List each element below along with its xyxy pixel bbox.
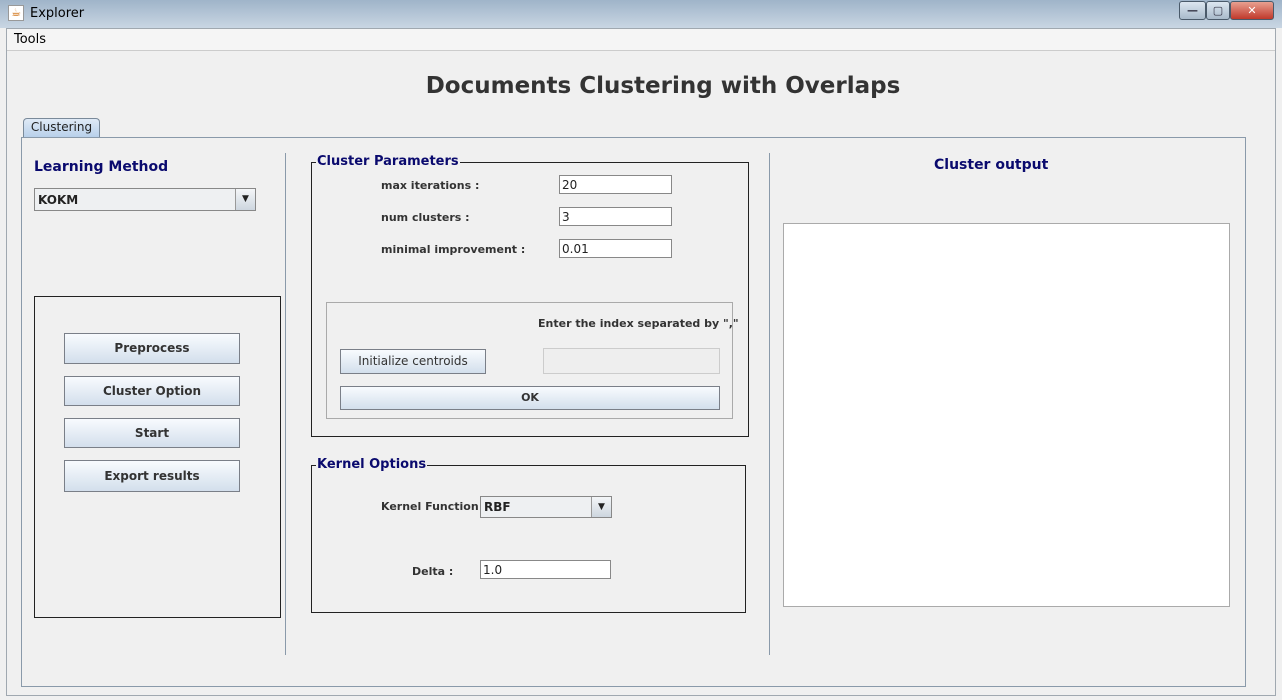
menu-bar [7,29,1275,51]
maximize-button[interactable]: ▢ [1206,1,1230,20]
learning-method-value: KOKM [38,193,79,207]
kernel-function-select[interactable]: RBF ▼ [480,496,612,518]
min-improvement-input[interactable]: 0.01 [559,239,672,258]
delta-label: Delta : [412,565,454,578]
kernel-options-group [311,465,746,613]
export-results-button[interactable]: Export results [64,460,240,492]
num-clusters-label: num clusters : [381,211,470,224]
centroid-index-input[interactable] [543,348,720,374]
minimize-button[interactable]: — [1179,1,1206,20]
delta-input[interactable]: 1.0 [480,560,611,579]
initialize-centroids-button[interactable]: Initialize centroids [340,349,486,374]
min-improvement-label: minimal improvement : [381,243,526,256]
chevron-down-icon[interactable]: ▼ [591,497,611,517]
kernel-options-title: Kernel Options [316,457,428,472]
java-app-icon: ☕ [8,5,24,21]
max-iterations-input[interactable]: 20 [559,175,672,194]
page-title: Documents Clustering with Overlaps [425,73,901,99]
menu-tools[interactable]: Tools [14,32,46,47]
preprocess-button[interactable]: Preprocess [64,333,240,364]
max-iterations-label: max iterations : [381,179,480,192]
learning-method-title: Learning Method [34,159,169,175]
tab-clustering[interactable]: Clustering [23,118,100,137]
kernel-function-label: Kernel Function [381,500,479,513]
learning-method-select[interactable]: KOKM ▼ [34,188,256,211]
divider [769,153,770,655]
close-button[interactable]: ✕ [1230,1,1274,20]
title-bar [0,0,1282,28]
cluster-option-button[interactable]: Cluster Option [64,376,240,406]
window-title: Explorer [30,6,85,21]
index-hint: Enter the index separated by "," [538,317,739,330]
cluster-output-title: Cluster output [934,157,1049,173]
chevron-down-icon[interactable]: ▼ [235,189,255,210]
cluster-output-area[interactable] [783,223,1230,607]
ok-button[interactable]: OK [340,386,720,410]
num-clusters-input[interactable]: 3 [559,207,672,226]
cluster-parameters-title: Cluster Parameters [316,154,460,169]
divider [285,153,286,655]
start-button[interactable]: Start [64,418,240,448]
kernel-function-value: RBF [484,500,511,514]
